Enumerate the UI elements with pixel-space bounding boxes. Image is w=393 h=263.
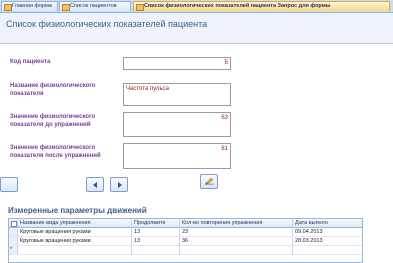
- value-before-value: 63: [221, 115, 228, 121]
- duration-cell[interactable]: 13: [132, 237, 180, 246]
- form-header: Список физиологических показателей пацие…: [0, 13, 393, 44]
- date-cell[interactable]: 09.04.2013: [293, 228, 362, 237]
- duration-cell[interactable]: [132, 246, 180, 255]
- exercise-cell[interactable]: [18, 246, 132, 255]
- value-after-field[interactable]: 81: [123, 143, 231, 169]
- exercise-cell[interactable]: Круговые вращения руками: [18, 237, 132, 246]
- form-icon: [4, 4, 12, 11]
- date-cell[interactable]: [293, 246, 362, 255]
- form-title: Список физиологических показателей пацие…: [6, 19, 208, 29]
- form-icon: [62, 4, 70, 11]
- tab-patient-list-label: Список пациентов: [70, 3, 117, 9]
- movement-parameters-grid: Название вида упражнения Продолжите Кол-…: [8, 218, 363, 263]
- column-header-date[interactable]: Дата выполн: [293, 219, 362, 228]
- triangle-left-icon: [93, 182, 97, 188]
- indicator-name-value: Частота пульса: [126, 86, 169, 92]
- tab-patient-list[interactable]: Список пациентов: [59, 1, 131, 11]
- subform-title: Измеренные параметры движений: [8, 206, 147, 215]
- indicator-name-label: Название физиологического показателя: [10, 83, 96, 97]
- table-row[interactable]: Круговые вращения руками 13 36 28.03.201…: [9, 237, 362, 246]
- checkbox-icon: [11, 221, 17, 227]
- previous-record-button[interactable]: [86, 177, 104, 192]
- exercise-cell[interactable]: Круговые вращения руками: [18, 228, 132, 237]
- value-before-field[interactable]: 63: [123, 112, 231, 137]
- patient-code-field[interactable]: 5: [123, 57, 231, 70]
- next-record-button[interactable]: [110, 177, 128, 192]
- select-all-cell[interactable]: [9, 219, 18, 228]
- table-row[interactable]: Круговые вращения руками 13 23 09.04.201…: [9, 228, 362, 237]
- previous-record-button[interactable]: [0, 177, 18, 192]
- value-after-value: 81: [221, 146, 228, 152]
- value-after-label: Значение физиологического показателя пос…: [10, 145, 101, 159]
- tab-physiological-indicators-label: Список физиологических показателей пацие…: [144, 3, 331, 9]
- document-tab-bar: Главная форма Список пациентов Список фи…: [0, 0, 393, 13]
- column-header-exercise[interactable]: Название вида упражнения: [18, 219, 132, 228]
- repetitions-cell[interactable]: [180, 246, 293, 255]
- patient-code-value: 5: [224, 60, 228, 66]
- column-header-repetitions[interactable]: Кол-во повторения упражнения: [180, 219, 293, 228]
- date-cell[interactable]: 28.03.2013: [293, 237, 362, 246]
- triangle-right-icon: [118, 182, 122, 188]
- duration-cell[interactable]: 13: [132, 228, 180, 237]
- tab-main-form-label: Главная форма: [12, 3, 52, 9]
- pencil-icon: [205, 178, 214, 185]
- tab-main-form[interactable]: Главная форма: [1, 1, 58, 11]
- column-header-duration[interactable]: Продолжите: [132, 219, 180, 228]
- repetitions-cell[interactable]: 23: [180, 228, 293, 237]
- patient-code-label: Код пациента: [10, 59, 51, 65]
- value-before-label: Значение физиологического показателя до …: [10, 114, 96, 128]
- row-selector[interactable]: [9, 228, 18, 237]
- edit-record-button[interactable]: [200, 174, 218, 189]
- tab-physiological-indicators[interactable]: Список физиологических показателей пацие…: [133, 1, 390, 11]
- form-icon: [136, 4, 144, 11]
- repetitions-cell[interactable]: 36: [180, 237, 293, 246]
- new-record-row[interactable]: *: [9, 246, 362, 255]
- grid-header-row: Название вида упражнения Продолжите Кол-…: [9, 219, 362, 228]
- row-selector[interactable]: [9, 237, 18, 246]
- indicator-name-field[interactable]: Частота пульса: [123, 83, 231, 106]
- new-record-marker: *: [9, 246, 18, 255]
